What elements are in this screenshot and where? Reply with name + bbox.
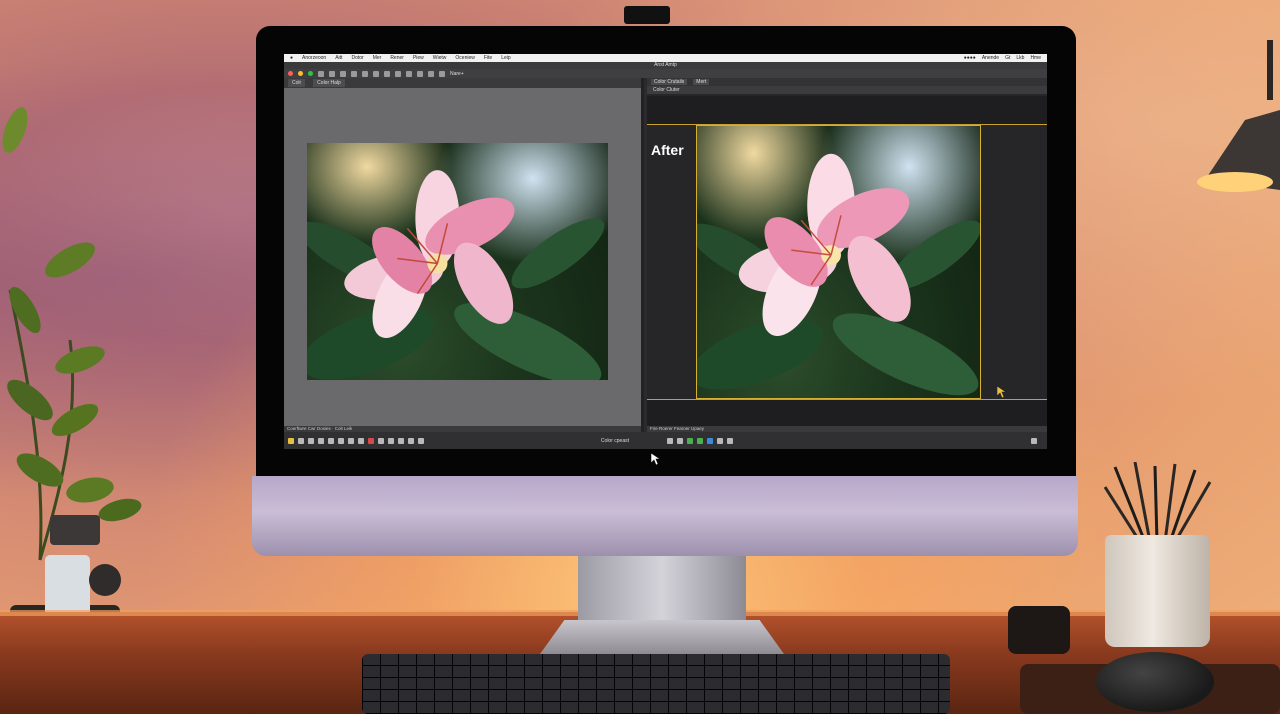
keyboard xyxy=(362,654,950,714)
menu-item[interactable]: Leip xyxy=(501,55,510,61)
speaker-knob xyxy=(1008,606,1070,654)
tab-color-controls[interactable]: Color Crutails xyxy=(651,79,688,85)
bottom-toolbar: Color cpeast xyxy=(284,432,1047,449)
tab-color[interactable]: Colr xyxy=(288,79,306,87)
check-icon[interactable] xyxy=(697,437,703,444)
monitor-stand-base xyxy=(540,620,784,654)
mouse-cursor-icon xyxy=(997,386,1007,398)
canvas-bottom-band xyxy=(647,400,1047,426)
desk-lamp xyxy=(1197,40,1280,192)
pencil-bundle xyxy=(1103,462,1212,542)
text-tool-icon[interactable] xyxy=(348,437,354,444)
image-icon[interactable] xyxy=(328,437,334,444)
apple-icon[interactable]: ● xyxy=(290,55,293,61)
menu-item[interactable]: Anorzeoon xyxy=(302,55,326,61)
tab-meta[interactable]: Mert xyxy=(693,79,710,85)
zoom-icon[interactable] xyxy=(428,70,434,77)
home-icon[interactable] xyxy=(318,70,324,77)
menu-bar: ● Anorzeoon Aitt Dotor Mer Rener Piew Wi… xyxy=(284,54,1047,62)
blue-swatch-icon[interactable] xyxy=(707,437,713,444)
menu-item[interactable]: Oceniew xyxy=(455,55,474,61)
crop-icon[interactable] xyxy=(351,70,357,77)
zoom-window-button[interactable] xyxy=(308,71,313,76)
sun-icon[interactable] xyxy=(288,437,294,444)
green-swatch-icon[interactable] xyxy=(687,437,693,444)
close-window-button[interactable] xyxy=(288,71,293,76)
computer-mouse xyxy=(1096,652,1214,712)
navigate-button[interactable]: Nare+ xyxy=(450,71,464,77)
camera-icon[interactable] xyxy=(298,437,304,444)
menu-item[interactable]: Rener xyxy=(390,55,404,61)
selection-icon[interactable] xyxy=(378,437,384,444)
pen-icon[interactable] xyxy=(418,437,424,444)
gear-icon[interactable] xyxy=(667,437,673,444)
arrow-icon[interactable] xyxy=(358,437,364,444)
monitor-chin xyxy=(252,476,1078,556)
folder-icon[interactable] xyxy=(338,437,344,444)
menubar-status-area: ●●●● Anende Gt Lkb Hme xyxy=(964,55,1047,61)
grid-icon[interactable] xyxy=(384,70,390,77)
save-icon[interactable] xyxy=(329,70,335,77)
refresh-icon[interactable] xyxy=(408,437,414,444)
after-image[interactable] xyxy=(696,125,981,399)
flower-image xyxy=(307,170,605,380)
pencil-cup xyxy=(1105,535,1210,647)
before-image xyxy=(307,143,608,380)
undo-icon[interactable] xyxy=(406,70,412,77)
main-toolbar: Nare+ xyxy=(284,69,1047,78)
before-panel: Colr Color Halp Coerftwre Cwr Dosies · C… xyxy=(284,78,644,440)
left-panel-tabs: Colr Color Halp xyxy=(284,78,641,88)
menu-item[interactable]: Piew xyxy=(413,55,424,61)
minimize-window-button[interactable] xyxy=(298,71,303,76)
pen-icon[interactable] xyxy=(727,437,733,444)
flower-image-edited xyxy=(697,153,980,396)
menu-item[interactable]: Mer xyxy=(373,55,382,61)
menubar-right-item[interactable]: Anende xyxy=(982,55,999,61)
sliders-icon[interactable] xyxy=(717,437,723,444)
play-icon[interactable] xyxy=(398,437,404,444)
status-icon[interactable]: ●●●● xyxy=(964,55,976,61)
gear-icon[interactable] xyxy=(308,437,314,444)
monitor-icon[interactable] xyxy=(318,437,324,444)
menu-item[interactable]: Aitt xyxy=(335,55,342,61)
monitor-stand xyxy=(578,556,746,626)
mouse-pointer-icon xyxy=(651,453,661,465)
menubar-right-item[interactable]: Hme xyxy=(1030,55,1041,61)
after-panel: Color Crutails Mert Color Cluter After F… xyxy=(647,78,1047,440)
plant-decoration xyxy=(2,107,142,561)
right-panel-tabs: Color Crutails Mert Color Cluter xyxy=(647,78,1047,94)
webcam xyxy=(624,6,670,24)
monitor-screen: ● Anorzeoon Aitt Dotor Mer Rener Piew Wi… xyxy=(284,54,1047,449)
redo-icon[interactable] xyxy=(417,70,423,77)
move-icon[interactable] xyxy=(340,70,346,77)
menubar-right-item[interactable]: Lkb xyxy=(1016,55,1024,61)
status-text: Color cpeast xyxy=(600,437,629,444)
monitor-icon[interactable] xyxy=(677,437,683,444)
layers-icon[interactable] xyxy=(373,70,379,77)
window-title: Anst Amtp xyxy=(284,62,1047,69)
menu-item[interactable]: Dotor xyxy=(351,55,363,61)
menubar-right-item[interactable]: Gt xyxy=(1005,55,1010,61)
brush-icon[interactable] xyxy=(362,70,368,77)
canvas-top-band xyxy=(647,96,1047,124)
menu-item[interactable]: Wietw xyxy=(433,55,447,61)
layers-icon[interactable] xyxy=(388,437,394,444)
after-label: After xyxy=(651,142,684,158)
menu-item[interactable]: Fite xyxy=(484,55,492,61)
tab-color-cluster[interactable]: Color Cluter xyxy=(647,86,1047,94)
tab-color-help[interactable]: Color Halp xyxy=(313,79,345,87)
record-icon[interactable] xyxy=(368,437,374,444)
settings-icon[interactable] xyxy=(395,70,401,77)
export-icon[interactable] xyxy=(1031,437,1037,444)
hand-icon[interactable] xyxy=(439,70,445,77)
